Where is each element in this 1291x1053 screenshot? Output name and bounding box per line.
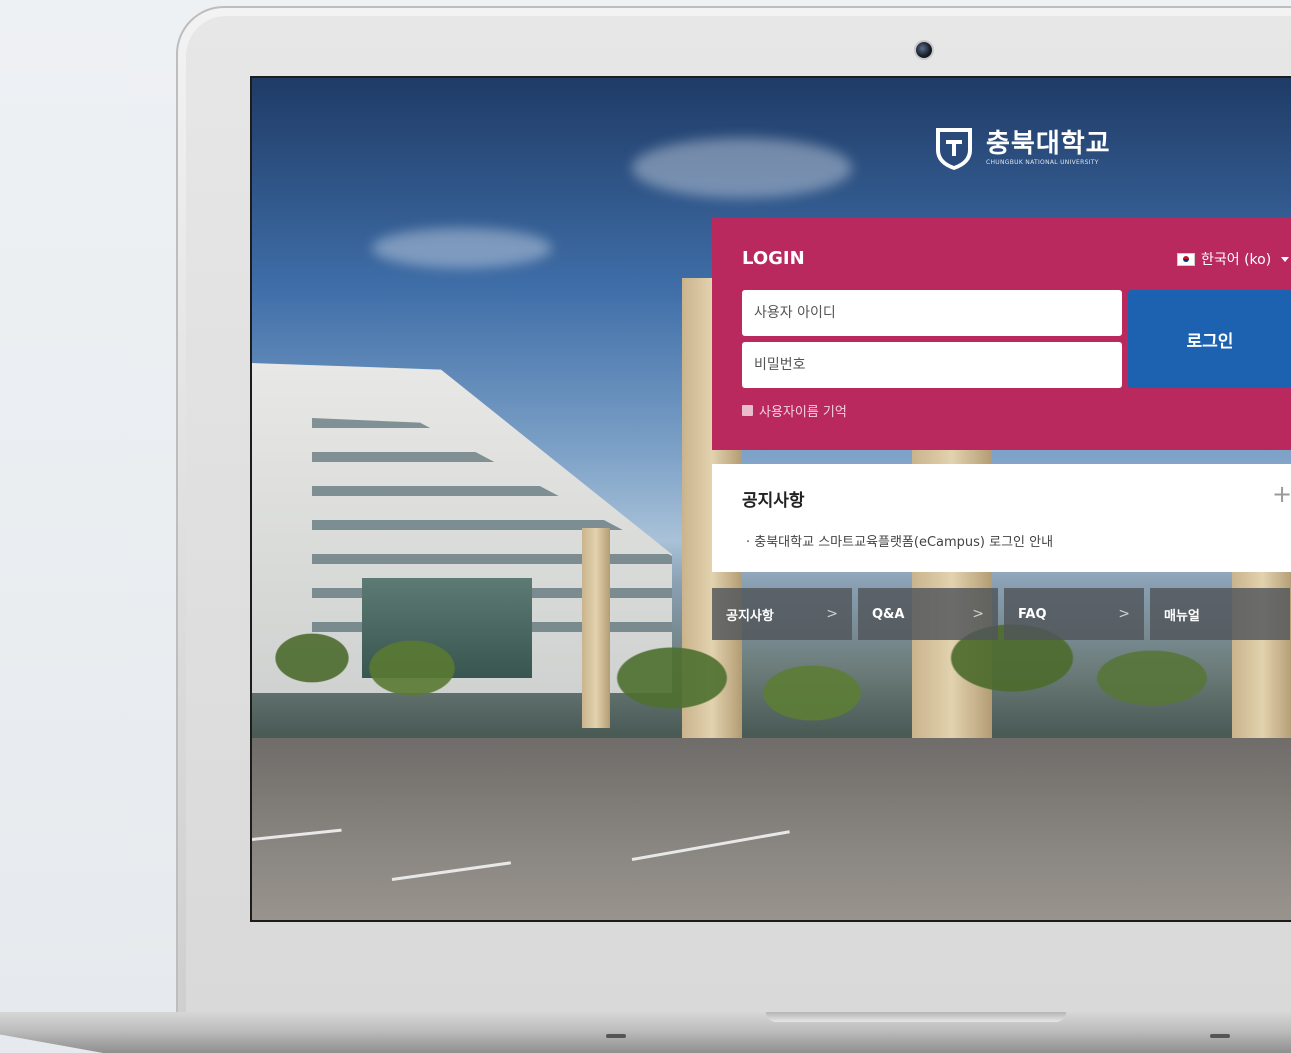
university-emblem-icon [936,128,972,170]
remember-label: 사용자이름 기억 [759,405,847,420]
laptop-screen: 충북대학교 CHUNGBUK NATIONAL UNIVERSITY LOGIN… [250,76,1291,922]
login-panel: LOGIN 한국어 (ko) 로그인 사용자이름 기억 [712,218,1291,450]
university-subtitle: CHUNGBUK NATIONAL UNIVERSITY [986,158,1099,166]
quick-menu-faq[interactable]: FAQ > [1004,588,1144,640]
quick-menu-qna[interactable]: Q&A > [858,588,998,640]
caret-down-icon [1281,256,1290,262]
camera-icon [916,42,932,58]
quick-menu: 공지사항 > Q&A > FAQ > 매뉴얼 [712,588,1291,640]
quick-menu-notice[interactable]: 공지사항 > [712,588,852,640]
password-input[interactable] [742,342,1122,388]
laptop-mockup: 충북대학교 CHUNGBUK NATIONAL UNIVERSITY LOGIN… [0,0,1291,1053]
university-logo: 충북대학교 CHUNGBUK NATIONAL UNIVERSITY [932,122,1111,172]
university-name: 충북대학교 [986,128,1111,159]
remember-username[interactable]: 사용자이름 기억 [742,401,847,420]
notice-panel: 공지사항 + · 충북대학교 스마트교육플랫폼(eCampus) 로그인 안내 [712,464,1291,572]
korea-flag-icon [1177,252,1195,266]
quick-menu-manual[interactable]: 매뉴얼 [1150,588,1290,640]
laptop-notch [766,1012,1066,1022]
chevron-right-icon: > [826,606,838,622]
road [252,738,1291,920]
chevron-right-icon: > [972,606,984,622]
login-title: LOGIN [742,248,805,269]
language-selector[interactable]: 한국어 (ko) [1177,249,1290,269]
chevron-right-icon: > [1118,606,1130,622]
notice-more-icon[interactable]: + [1272,480,1291,508]
remember-checkbox[interactable] [742,405,753,416]
laptop-foot [606,1034,626,1038]
laptop-base [0,1012,1291,1053]
notice-title: 공지사항 [742,491,805,511]
language-label: 한국어 (ko) [1201,252,1272,268]
notice-item[interactable]: · 충북대학교 스마트교육플랫폼(eCampus) 로그인 안내 [746,531,1053,550]
username-input[interactable] [742,290,1122,336]
laptop-foot [1210,1034,1230,1038]
login-button[interactable]: 로그인 [1128,290,1291,388]
